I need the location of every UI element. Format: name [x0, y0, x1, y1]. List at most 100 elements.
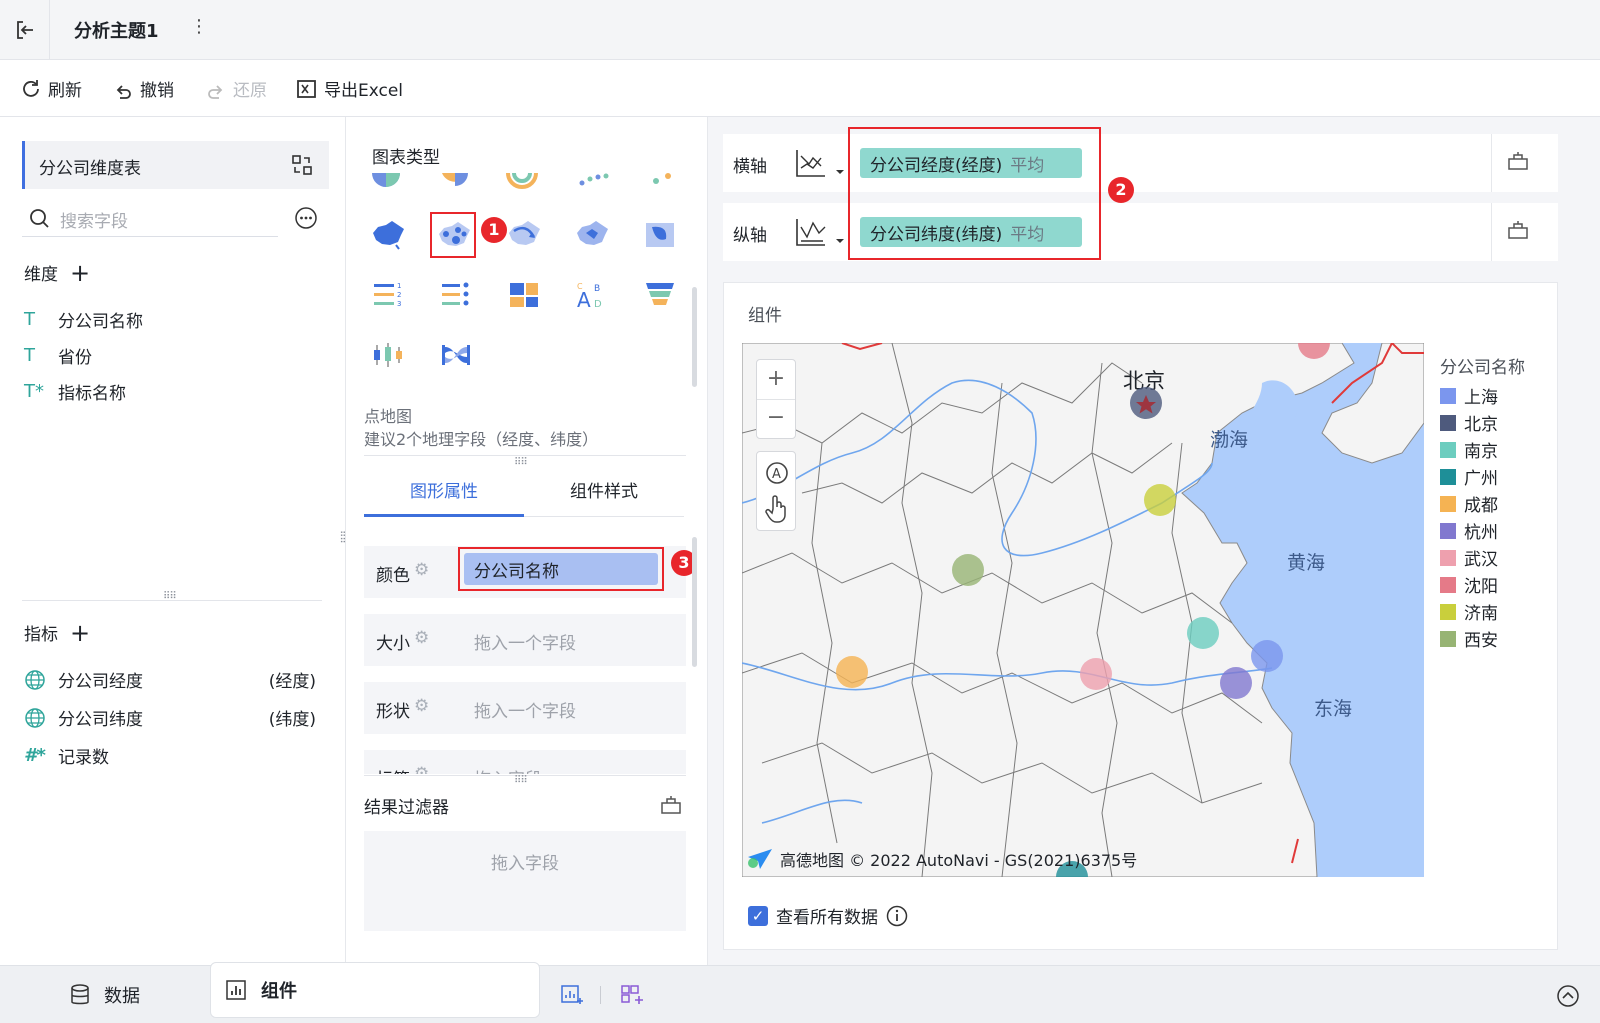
legend: 上海北京 南京广州 成都 杭州 武汉 沈阳 济南 西安 — [1440, 382, 1498, 652]
custom-map-icon — [646, 223, 674, 247]
zoom-in-button[interactable]: + — [757, 360, 795, 400]
analysis-title[interactable]: 分析主题1 — [74, 17, 159, 43]
size-settings-icon[interactable]: ⚙ — [414, 628, 429, 648]
map-point[interactable] — [1187, 617, 1219, 649]
chart-type-area-map[interactable] — [368, 215, 408, 255]
tab-data-label: 数据 — [104, 986, 140, 1007]
legend-item[interactable]: 西安 — [1440, 625, 1498, 652]
view-all-label: 查看所有数据 — [776, 908, 878, 928]
exit-icon[interactable] — [0, 0, 50, 60]
legend-item[interactable]: 沈阳 — [1440, 571, 1498, 598]
dimension-field[interactable]: T 省份 — [24, 343, 92, 368]
undo-button[interactable]: 撤销 — [112, 76, 174, 101]
chart-type-rank-list[interactable]: 123 — [368, 275, 408, 315]
collapse-icon[interactable] — [1556, 984, 1580, 1008]
measure-field[interactable]: #* 记录数 — [24, 743, 109, 768]
chart-type-word-cloud[interactable]: AC BD — [572, 275, 612, 315]
section-resize-handle[interactable]: ⠿⠿ — [514, 457, 528, 468]
legend-label: 北京 — [1464, 415, 1498, 435]
text-type-icon: T — [24, 309, 35, 330]
color-settings-icon[interactable]: ⚙ — [414, 560, 429, 580]
chart-type-flow-map[interactable] — [504, 215, 544, 255]
x-axis-type-icon[interactable] — [795, 148, 849, 180]
more-options-icon[interactable]: ⋮ — [190, 16, 208, 37]
refresh-button[interactable]: 刷新 — [20, 76, 82, 101]
tab-graphic-properties[interactable]: 图形属性 — [364, 475, 524, 517]
filter-clear-icon[interactable] — [660, 795, 682, 815]
filter-drop-zone[interactable]: 拖入字段 — [364, 831, 686, 931]
add-component-icon[interactable] — [560, 984, 584, 1006]
map-point[interactable] — [952, 554, 984, 586]
legend-label: 广州 — [1464, 469, 1498, 489]
x-axis-clear[interactable] — [1491, 134, 1543, 192]
table-selector[interactable]: 分公司维度表 — [22, 141, 329, 189]
zoom-out-button[interactable]: − — [757, 400, 795, 439]
legend-swatch — [1440, 549, 1456, 566]
chart-type-treemap[interactable] — [504, 275, 544, 315]
y-field-agg: 平均 — [1010, 225, 1045, 245]
pan-hand-icon[interactable] — [764, 494, 790, 524]
legend-item[interactable]: 北京 — [1440, 409, 1498, 436]
tab-component-style[interactable]: 组件样式 — [524, 475, 684, 517]
legend-item[interactable]: 上海 — [1440, 382, 1498, 409]
legend-item[interactable]: 南京 — [1440, 436, 1498, 463]
legend-item[interactable]: 成都 — [1440, 490, 1498, 517]
add-dimension-icon[interactable]: + — [70, 261, 90, 285]
switch-table-icon[interactable] — [291, 154, 313, 176]
chart-type-scrollbar[interactable] — [692, 287, 697, 387]
add-dashboard-icon[interactable] — [620, 984, 644, 1006]
chart-type-funnel[interactable] — [640, 275, 680, 315]
x-axis-field-pill[interactable]: 分公司经度(经度) 平均 — [860, 148, 1082, 178]
map-point[interactable] — [1251, 640, 1283, 672]
refresh-icon — [23, 79, 39, 97]
more-icon[interactable] — [294, 206, 318, 230]
measure-field[interactable]: 分公司经度 (经度) — [24, 667, 316, 692]
view-all-checkbox[interactable]: ✓ — [748, 905, 768, 926]
legend-item[interactable]: 济南 — [1440, 598, 1498, 625]
view-all-data[interactable]: ✓ 查看所有数据 — [748, 903, 908, 928]
property-scrollbar[interactable] — [692, 537, 697, 667]
database-icon — [71, 984, 89, 1005]
tab-data[interactable]: 数据 — [70, 966, 140, 1023]
map-point[interactable] — [1220, 667, 1252, 699]
legend-item[interactable]: 武汉 — [1440, 544, 1498, 571]
map-attribution: 高德地图 © 2022 AutoNavi - GS(2021)6375号 — [746, 847, 1137, 871]
result-filter-title: 结果过滤器 — [364, 798, 449, 818]
info-icon[interactable] — [886, 905, 908, 927]
chart-type-sankey[interactable] — [436, 335, 476, 375]
section-resize-handle[interactable]: ⠿⠿ — [514, 775, 528, 786]
y-axis-clear[interactable] — [1491, 203, 1543, 261]
tab-component-active[interactable]: 组件 — [210, 962, 540, 1018]
legend-item[interactable]: 广州 — [1440, 463, 1498, 490]
label-settings-icon[interactable]: ⚙ — [414, 764, 429, 774]
label-property-row-clipped[interactable]: 标签 ⚙ 拖入字段 — [364, 744, 686, 774]
label-property-row: 标签 ⚙ 拖入字段 — [364, 750, 686, 774]
legend-item[interactable]: 杭州 — [1440, 517, 1498, 544]
shape-settings-icon[interactable]: ⚙ — [414, 696, 429, 716]
dimension-field[interactable]: T 分公司名称 — [24, 307, 143, 332]
rotate-reset-icon[interactable]: A — [764, 460, 790, 486]
y-axis-field-pill[interactable]: 分公司纬度(纬度) 平均 — [860, 217, 1082, 247]
point-map[interactable]: 北京 渤海 黄海 东海 + − A 高德地图 © 2022 AutoNavi -… — [742, 343, 1424, 877]
export-excel-button[interactable]: 导出Excel — [296, 76, 403, 101]
field-search-input[interactable]: 搜索字段 — [22, 201, 278, 237]
size-drop-placeholder: 拖入一个字段 — [474, 634, 576, 654]
chart-type-detail-list[interactable] — [436, 275, 476, 315]
redo-button[interactable]: 还原 — [205, 76, 267, 101]
chart-type-heat-map[interactable] — [572, 215, 612, 255]
shape-drop-placeholder: 拖入一个字段 — [474, 702, 576, 722]
measure-field[interactable]: 分公司纬度 (纬度) — [24, 705, 316, 730]
y-axis-type-icon[interactable] — [795, 217, 849, 249]
map-point[interactable] — [836, 656, 868, 688]
chart-type-scatter-map-selected[interactable] — [430, 212, 476, 258]
add-measure-icon[interactable]: + — [70, 621, 90, 645]
chart-type-custom-map[interactable] — [640, 215, 680, 255]
chart-type-candlestick[interactable] — [368, 335, 408, 375]
dimension-field[interactable]: T* 指标名称 — [24, 379, 126, 404]
color-field-pill[interactable]: 分公司名称 — [464, 553, 658, 585]
map-point[interactable] — [1144, 484, 1176, 516]
legend-title: 分公司名称 — [1440, 358, 1525, 378]
map-point[interactable] — [1080, 658, 1112, 690]
shape-property-row[interactable]: 形状 ⚙ 拖入一个字段 — [364, 682, 686, 734]
size-property-row[interactable]: 大小 ⚙ 拖入一个字段 — [364, 614, 686, 666]
